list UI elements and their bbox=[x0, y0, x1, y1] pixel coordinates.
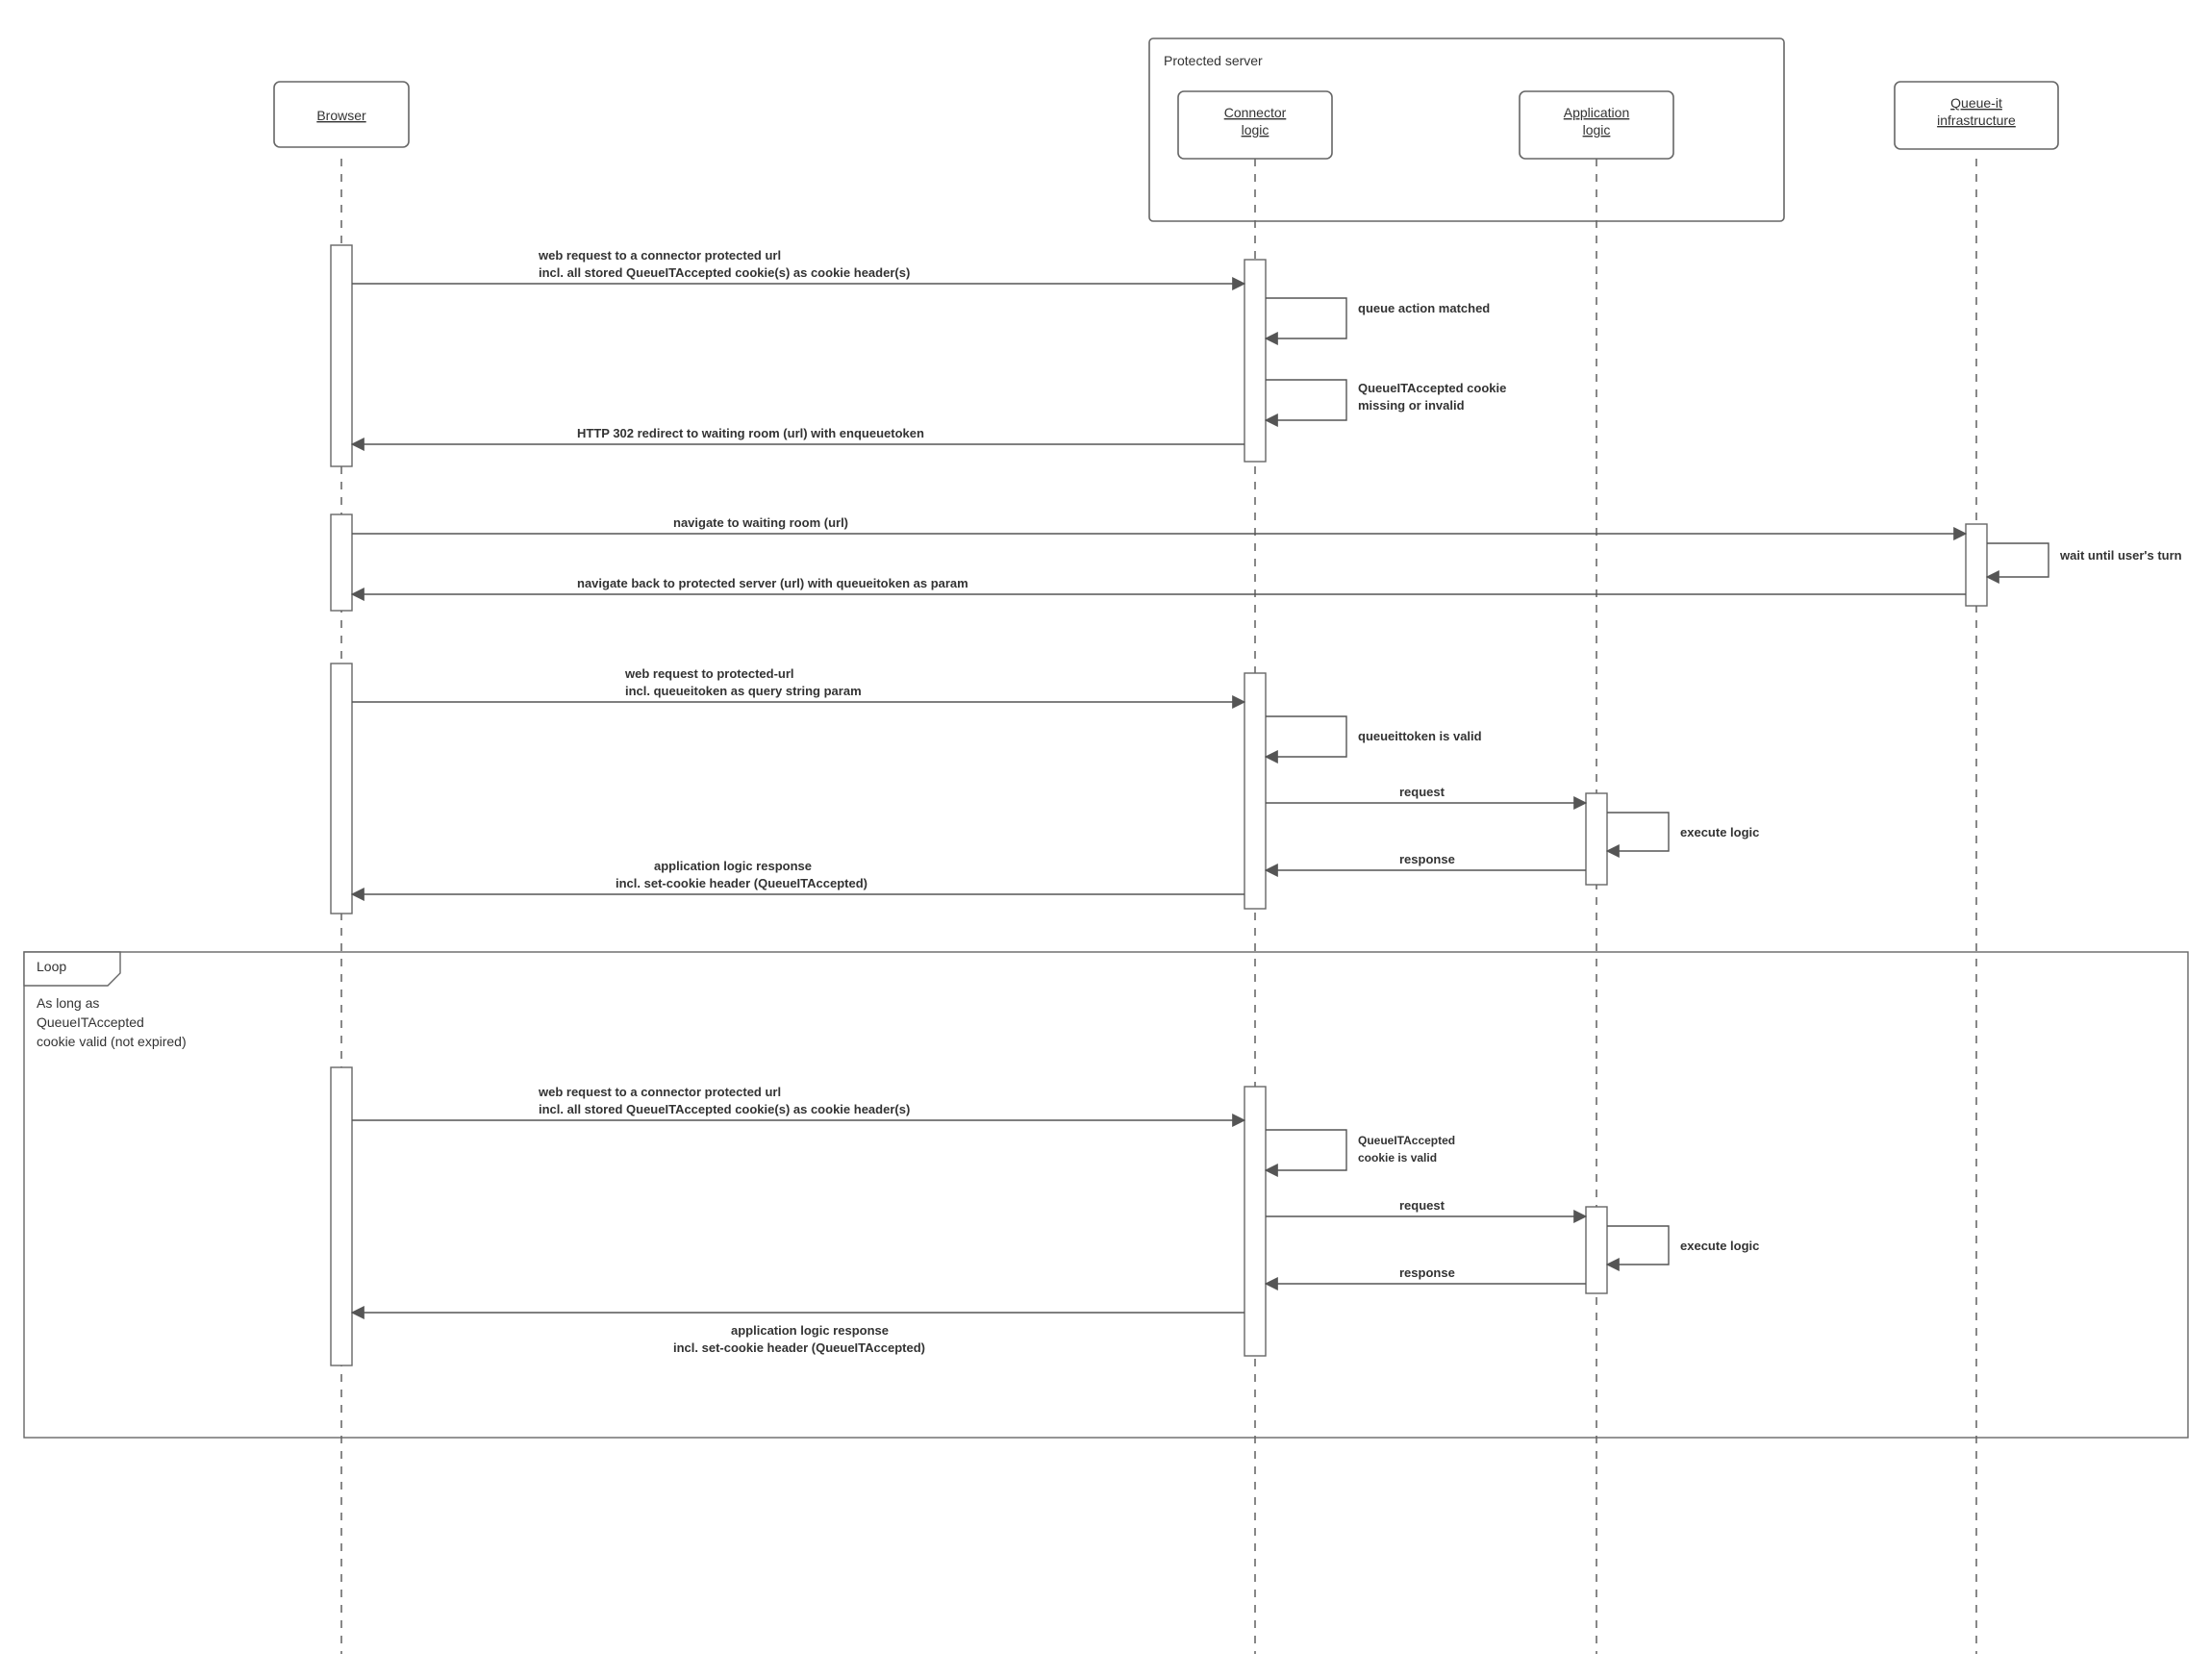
self-message bbox=[1987, 543, 2049, 577]
message-label: navigate to waiting room (url) bbox=[673, 515, 848, 530]
message-label: incl. queueitoken as query string param bbox=[625, 684, 862, 698]
loop-condition: QueueITAccepted bbox=[37, 1014, 144, 1030]
self-message bbox=[1266, 716, 1346, 757]
self-message bbox=[1266, 380, 1346, 420]
activation bbox=[1966, 524, 1987, 606]
activation bbox=[331, 514, 352, 611]
participant-connector: Connectorlogic bbox=[1178, 91, 1332, 159]
sequence-diagram: Protected server Browser Connectorlogic … bbox=[0, 0, 2212, 1678]
message-label: queueittoken is valid bbox=[1358, 729, 1482, 743]
activation bbox=[1586, 1207, 1607, 1293]
message-label: HTTP 302 redirect to waiting room (url) … bbox=[577, 426, 924, 440]
message-label: wait until user's turn bbox=[2059, 548, 2182, 563]
message-label: incl. set-cookie header (QueueITAccepted… bbox=[616, 876, 867, 890]
message-label: cookie is valid bbox=[1358, 1151, 1437, 1165]
activation bbox=[331, 664, 352, 914]
message-label: application logic response bbox=[731, 1323, 889, 1338]
loop-condition: cookie valid (not expired) bbox=[37, 1034, 187, 1049]
message-label: queue action matched bbox=[1358, 301, 1490, 315]
message-label: response bbox=[1399, 1265, 1455, 1280]
message-label: execute logic bbox=[1680, 825, 1759, 839]
message-label: navigate back to protected server (url) … bbox=[577, 576, 968, 590]
message-label: QueueITAccepted cookie bbox=[1358, 381, 1506, 395]
self-message bbox=[1266, 1130, 1346, 1170]
participant-application: Applicationlogic bbox=[1520, 91, 1673, 159]
message-label: web request to protected-url bbox=[624, 666, 794, 681]
message-label: request bbox=[1399, 1198, 1445, 1213]
activation bbox=[1586, 793, 1607, 885]
activation bbox=[1244, 1087, 1266, 1356]
activation bbox=[331, 245, 352, 466]
message-label: missing or invalid bbox=[1358, 398, 1465, 413]
message-label: web request to a connector protected url bbox=[538, 248, 781, 263]
self-message bbox=[1266, 298, 1346, 338]
activation bbox=[331, 1067, 352, 1365]
message-label: incl. set-cookie header (QueueITAccepted… bbox=[673, 1340, 925, 1355]
participant-browser: Browser bbox=[274, 82, 409, 147]
self-message bbox=[1607, 1226, 1669, 1265]
loop-title: Loop bbox=[37, 959, 66, 974]
group-title: Protected server bbox=[1164, 53, 1263, 68]
activation bbox=[1244, 673, 1266, 909]
message-label: execute logic bbox=[1680, 1239, 1759, 1253]
message-label: incl. all stored QueueITAccepted cookie(… bbox=[539, 1102, 910, 1116]
svg-text:Browser: Browser bbox=[316, 108, 366, 123]
message-label: response bbox=[1399, 852, 1455, 866]
message-label: request bbox=[1399, 785, 1445, 799]
participant-queueit: Queue-itinfrastructure bbox=[1895, 82, 2058, 149]
message-label: QueueITAccepted bbox=[1358, 1134, 1455, 1147]
loop-condition: As long as bbox=[37, 995, 99, 1011]
activation bbox=[1244, 260, 1266, 462]
message-label: incl. all stored QueueITAccepted cookie(… bbox=[539, 265, 910, 280]
message-label: web request to a connector protected url bbox=[538, 1085, 781, 1099]
self-message bbox=[1607, 813, 1669, 851]
message-label: application logic response bbox=[654, 859, 812, 873]
